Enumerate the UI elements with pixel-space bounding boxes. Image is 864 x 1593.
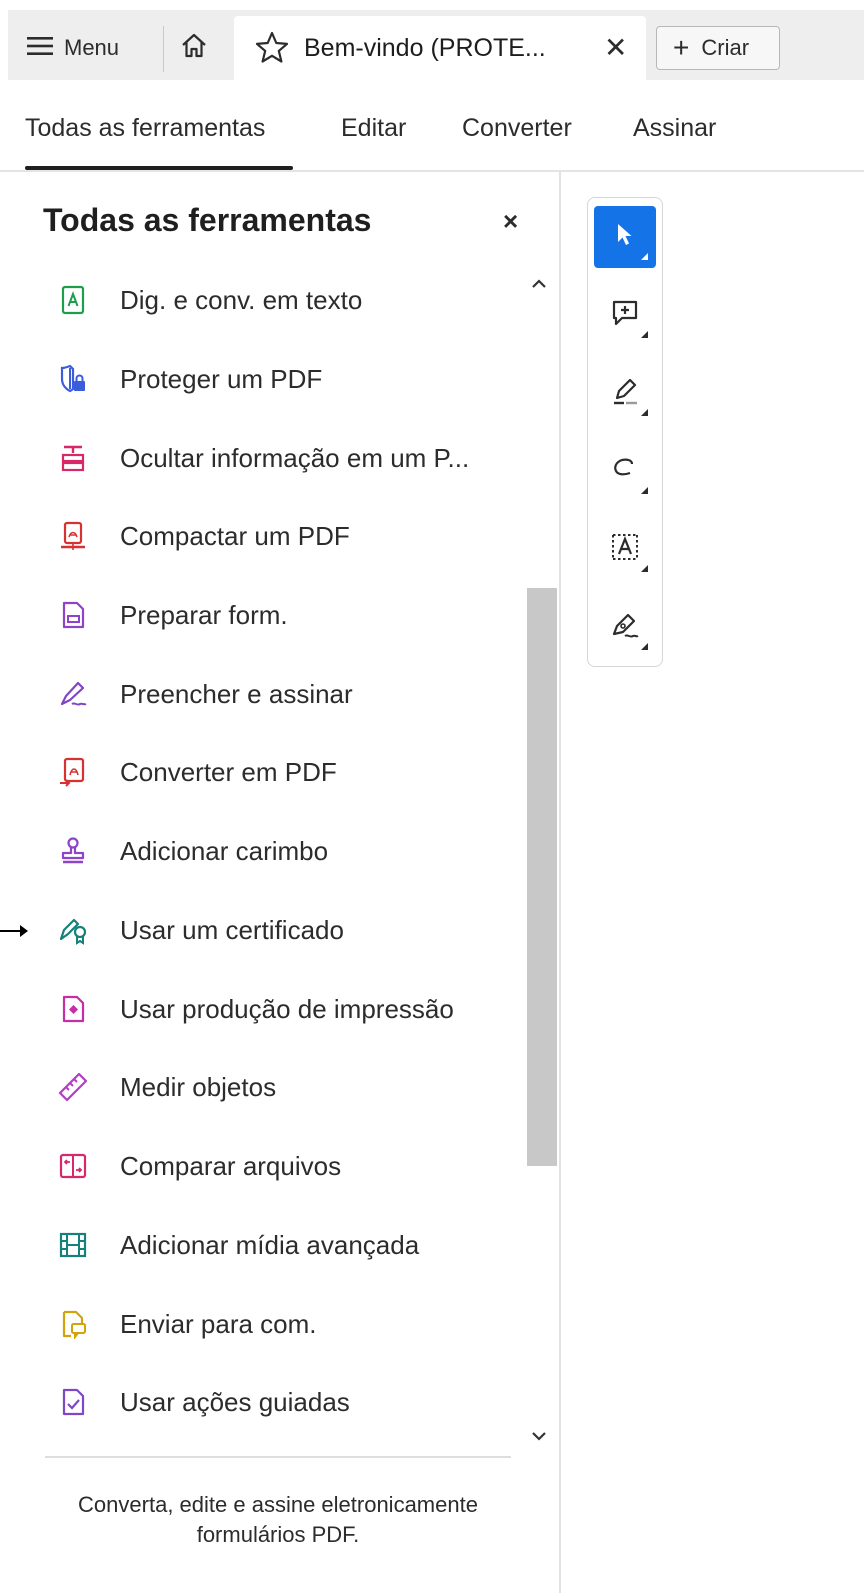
tab-bar: Menu Bem-vindo (PROTE... ✕ + Criar: [0, 0, 864, 80]
scan-ocr-icon: [56, 283, 90, 317]
tool-label: Adicionar mídia avançada: [120, 1229, 420, 1260]
draw-button[interactable]: [594, 440, 656, 502]
panel-title: Todas as ferramentas: [43, 202, 372, 238]
create-button[interactable]: + Criar: [656, 26, 780, 70]
tool-label: Usar ações guiadas: [120, 1386, 350, 1417]
tab-all-tools[interactable]: Todas as ferramentas: [25, 114, 265, 143]
tool-item-prepare-form[interactable]: Preparar form.: [56, 591, 288, 639]
tool-label: Enviar para com.: [120, 1308, 317, 1339]
document-tab-close-icon[interactable]: ✕: [604, 34, 627, 62]
menu-label: Menu: [64, 35, 120, 60]
secondary-nav: Todas as ferramentas Editar Converter As…: [0, 80, 864, 172]
sign-button[interactable]: [594, 596, 656, 658]
tool-label: Preencher e assinar: [120, 678, 353, 709]
tool-label: Ocultar informação em um P...: [120, 442, 470, 473]
draw-freeform-icon: [610, 454, 640, 489]
tool-label: Preparar form.: [120, 599, 288, 630]
panel-footer-text: Converta, edite e assine eletronicamente…: [78, 1492, 478, 1547]
tool-label: Converter em PDF: [120, 756, 337, 787]
tab-separator: [163, 26, 164, 72]
tool-item-certificate[interactable]: Usar um certificado: [56, 906, 344, 954]
select-cursor-icon: [612, 221, 638, 254]
fill-sign-icon: [56, 677, 90, 711]
rich-media-icon: [56, 1228, 90, 1262]
home-button[interactable]: [176, 30, 212, 66]
panel-scrollbar-thumb[interactable]: [527, 588, 557, 1166]
tool-label: Proteger um PDF: [120, 363, 323, 394]
pointer-arrow-icon: [0, 922, 30, 945]
tool-item-compress-pdf[interactable]: Compactar um PDF: [56, 512, 350, 560]
menu-button[interactable]: Menu: [26, 30, 119, 66]
add-comment-button[interactable]: [594, 284, 656, 346]
scroll-down-icon[interactable]: [530, 1426, 548, 1447]
tab-edit[interactable]: Editar: [341, 114, 406, 143]
create-label: Criar: [701, 35, 750, 60]
tool-item-compare-files[interactable]: Comparar arquivos: [56, 1142, 341, 1190]
stamp-icon: [56, 834, 90, 868]
hamburger-icon: [26, 34, 54, 63]
tab-convert[interactable]: Converter: [462, 114, 572, 143]
tool-item-redact[interactable]: Ocultar informação em um P...: [56, 434, 469, 482]
document-tab-title: Bem-vindo (PROTE...: [304, 34, 546, 62]
tool-item-fill-sign[interactable]: Preencher e assinar: [56, 670, 353, 718]
add-comment-icon: [610, 298, 640, 333]
tab-sign[interactable]: Assinar: [633, 114, 716, 143]
home-icon: [180, 32, 208, 65]
highlight-button[interactable]: [594, 362, 656, 424]
prepare-form-icon: [56, 598, 90, 632]
tool-item-stamp[interactable]: Adicionar carimbo: [56, 827, 328, 875]
active-tab-indicator: [25, 166, 293, 170]
panel-divider: [45, 1456, 511, 1458]
select-tool-button[interactable]: [594, 206, 656, 268]
protect-shield-icon: [56, 362, 90, 396]
redact-icon: [56, 441, 90, 475]
guided-actions-icon: [56, 1385, 90, 1419]
star-icon[interactable]: [254, 30, 290, 71]
print-production-icon: [56, 992, 90, 1026]
plus-icon: +: [673, 32, 690, 63]
measure-ruler-icon: [56, 1070, 90, 1104]
tool-item-scan-ocr[interactable]: Dig. e conv. em texto: [56, 276, 362, 324]
tool-item-rich-media[interactable]: Adicionar mídia avançada: [56, 1221, 419, 1269]
highlight-pen-icon: [610, 376, 640, 411]
sign-pen-icon: [610, 610, 640, 645]
tool-label: Comparar arquivos: [120, 1150, 342, 1181]
panel-close-icon[interactable]: ×: [503, 208, 518, 234]
all-tools-panel: Todas as ferramentas × Dig. e conv. em t…: [0, 172, 561, 1593]
tool-item-send-comments[interactable]: Enviar para com.: [56, 1300, 317, 1348]
tool-item-guided-actions[interactable]: Usar ações guiadas: [56, 1378, 350, 1426]
tool-label: Usar produção de impressão: [120, 993, 454, 1024]
scroll-up-icon[interactable]: [530, 274, 548, 295]
text-recognition-button[interactable]: [594, 518, 656, 580]
certificate-icon: [56, 913, 90, 947]
tool-label: Compactar um PDF: [120, 520, 350, 551]
create-pdf-icon: [56, 755, 90, 789]
send-comments-icon: [56, 1307, 90, 1341]
tool-item-print-production[interactable]: Usar produção de impressão: [56, 985, 454, 1033]
quick-tools-column: [587, 197, 663, 667]
compare-files-icon: [56, 1149, 90, 1183]
tool-item-measure[interactable]: Medir objetos: [56, 1063, 276, 1111]
document-tab[interactable]: Bem-vindo (PROTE... ✕: [234, 16, 646, 80]
compress-pdf-icon: [56, 519, 90, 553]
tool-label: Adicionar carimbo: [120, 835, 329, 866]
text-recognition-icon: [609, 531, 641, 568]
tool-label: Usar um certificado: [120, 914, 344, 945]
tool-label: Medir objetos: [120, 1071, 277, 1102]
tool-item-create-pdf[interactable]: Converter em PDF: [56, 748, 337, 796]
tool-item-protect-pdf[interactable]: Proteger um PDF: [56, 355, 322, 403]
tool-label: Dig. e conv. em texto: [120, 284, 363, 315]
